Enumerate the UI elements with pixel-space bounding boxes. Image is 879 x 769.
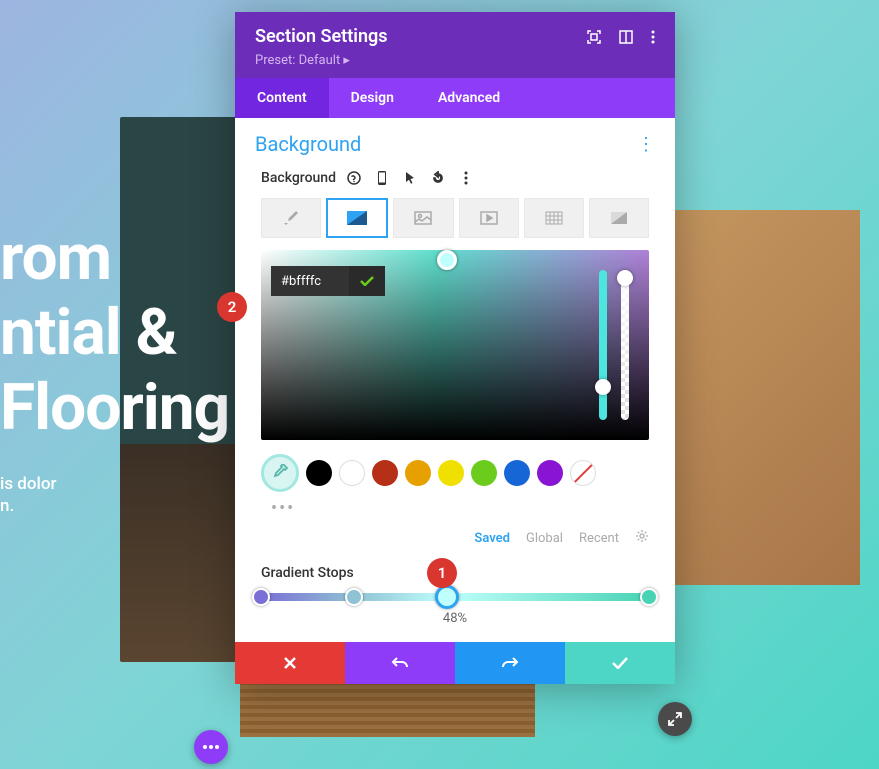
gradient-stop-0[interactable] <box>252 588 270 606</box>
bg-type-mask[interactable] <box>589 198 649 238</box>
hex-input[interactable] <box>271 266 349 296</box>
swatch-yellow[interactable] <box>438 460 464 486</box>
palette-tabs: Saved Global Recent <box>235 527 675 561</box>
bg-type-gradient[interactable] <box>326 198 388 238</box>
cursor-icon[interactable] <box>400 168 420 188</box>
hero-line-2: ntial & <box>0 295 229 370</box>
cancel-button[interactable] <box>235 642 345 684</box>
annotation-badge-2: 2 <box>217 292 247 322</box>
preset-selector[interactable]: Preset: Default ▸ <box>255 53 655 68</box>
expand-fab[interactable] <box>658 702 692 736</box>
swatch-purple[interactable] <box>537 460 563 486</box>
palette-settings-icon[interactable] <box>635 529 649 547</box>
gradient-stop-24[interactable] <box>345 588 363 606</box>
tab-content[interactable]: Content <box>235 78 329 118</box>
swatch-white[interactable] <box>339 460 365 486</box>
hue-slider[interactable] <box>599 270 607 420</box>
panel-title: Section Settings <box>255 26 388 47</box>
section-menu-icon[interactable]: ⋮ <box>637 134 655 155</box>
bg-type-image[interactable] <box>393 198 453 238</box>
section-settings-panel: Section Settings Preset: Default ▸ Conte… <box>235 12 675 684</box>
panel-tabs: Content Design Advanced <box>235 78 675 118</box>
hero-line-3: Flooring <box>0 370 229 445</box>
panel-body: Background ⋮ Background <box>235 118 675 642</box>
gradient-stop-48[interactable] <box>435 585 459 609</box>
background-section-title[interactable]: Background <box>255 132 361 156</box>
swatch-none[interactable] <box>570 460 596 486</box>
reset-icon[interactable] <box>428 168 448 188</box>
help-icon[interactable] <box>344 168 364 188</box>
gradient-stop-100[interactable] <box>640 588 658 606</box>
panel-footer <box>235 642 675 684</box>
bg-type-video[interactable] <box>459 198 519 238</box>
annotation-badge-1: 1 <box>427 558 457 588</box>
background-field-label: Background <box>261 170 336 186</box>
swatch-green[interactable] <box>471 460 497 486</box>
hero-subtext: is dolor n. <box>0 473 57 517</box>
palette-tab-saved[interactable]: Saved <box>474 531 510 546</box>
swatch-blue[interactable] <box>504 460 530 486</box>
swatch-orange[interactable] <box>405 460 431 486</box>
alpha-handle[interactable] <box>617 270 633 286</box>
focus-icon[interactable] <box>587 30 601 44</box>
phone-icon[interactable] <box>372 168 392 188</box>
panel-header: Section Settings Preset: Default ▸ <box>235 12 675 78</box>
bg-type-pattern[interactable] <box>524 198 584 238</box>
background-type-tabs <box>235 198 675 250</box>
field-more-icon[interactable] <box>456 168 476 188</box>
hue-handle[interactable] <box>595 379 611 395</box>
columns-icon[interactable] <box>619 30 633 44</box>
undo-button[interactable] <box>345 642 455 684</box>
eyedropper-button[interactable] <box>261 454 299 492</box>
hex-confirm-button[interactable] <box>349 266 385 296</box>
bg-type-color[interactable] <box>261 198 321 238</box>
saturation-cursor[interactable] <box>437 250 457 270</box>
swatch-red[interactable] <box>372 460 398 486</box>
redo-button[interactable] <box>455 642 565 684</box>
tab-design[interactable]: Design <box>329 78 416 118</box>
swatch-black[interactable] <box>306 460 332 486</box>
color-swatches <box>235 440 675 496</box>
color-saturation-area[interactable] <box>261 250 649 440</box>
palette-tab-recent[interactable]: Recent <box>579 531 619 546</box>
hero-line-1: rom <box>0 220 229 295</box>
more-icon[interactable] <box>651 30 655 44</box>
menu-fab[interactable] <box>194 730 228 764</box>
more-swatches[interactable]: ••• <box>235 496 675 527</box>
palette-tab-global[interactable]: Global <box>526 531 563 546</box>
hero-heading: rom ntial & Flooring <box>0 220 229 445</box>
gradient-percent: 48% <box>235 607 675 642</box>
alpha-slider[interactable] <box>621 270 629 420</box>
background-photo-right <box>665 210 860 585</box>
save-button[interactable] <box>565 642 675 684</box>
gradient-track[interactable] <box>261 593 649 601</box>
tab-advanced[interactable]: Advanced <box>416 78 522 118</box>
